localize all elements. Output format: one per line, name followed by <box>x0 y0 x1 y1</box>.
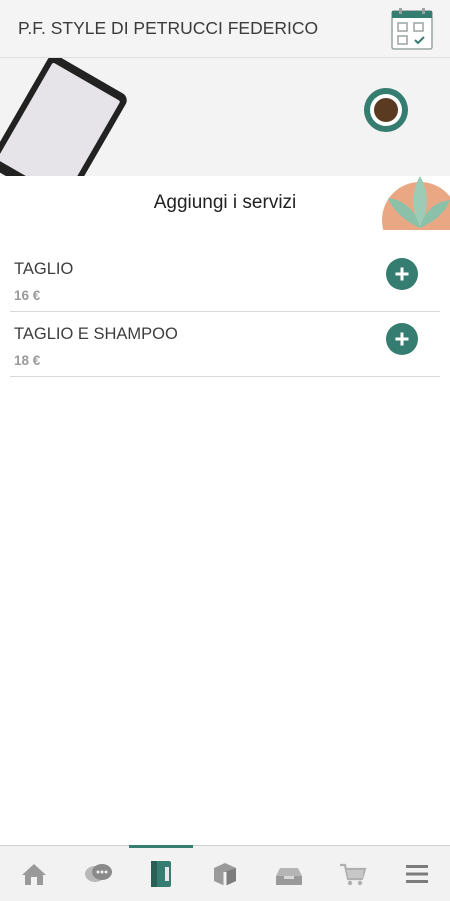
coffee-cup-icon <box>362 86 410 134</box>
page-title: P.F. STYLE DI PETRUCCI FEDERICO <box>18 18 319 38</box>
bottom-tab-bar <box>0 845 450 901</box>
inbox-icon <box>276 867 302 885</box>
chat-icon <box>85 863 112 882</box>
services-list: TAGLIO 16 € TAGLIO E SHAMPOO 18 € <box>10 248 440 377</box>
service-price: 16 € <box>14 288 41 303</box>
products-icon <box>214 862 236 886</box>
services-banner: Aggiungi i servizi <box>0 58 450 230</box>
home-icon <box>22 863 46 885</box>
plus-icon <box>395 332 409 346</box>
calendar-checklist-icon[interactable] <box>389 6 435 52</box>
app-header: P.F. STYLE DI PETRUCCI FEDERICO <box>0 0 450 58</box>
menu-icon <box>406 864 428 883</box>
tab-menu[interactable] <box>385 846 449 901</box>
cart-icon <box>340 863 367 885</box>
service-price: 18 € <box>14 353 41 368</box>
tab-inbox[interactable] <box>257 846 321 901</box>
tab-chat[interactable] <box>66 846 130 901</box>
tab-products[interactable] <box>193 846 257 901</box>
plant-icon <box>380 168 450 230</box>
plus-icon <box>395 267 409 281</box>
services-book-icon <box>151 860 171 887</box>
add-service-button[interactable] <box>386 258 418 290</box>
service-row[interactable]: TAGLIO 16 € <box>10 248 440 312</box>
tab-cart[interactable] <box>321 846 385 901</box>
add-service-button[interactable] <box>386 323 418 355</box>
service-name: TAGLIO <box>14 260 74 278</box>
tab-home[interactable] <box>2 846 66 901</box>
service-name: TAGLIO E SHAMPOO <box>14 325 178 343</box>
service-row[interactable]: TAGLIO E SHAMPOO 18 € <box>10 313 440 377</box>
tab-services[interactable] <box>129 846 193 901</box>
